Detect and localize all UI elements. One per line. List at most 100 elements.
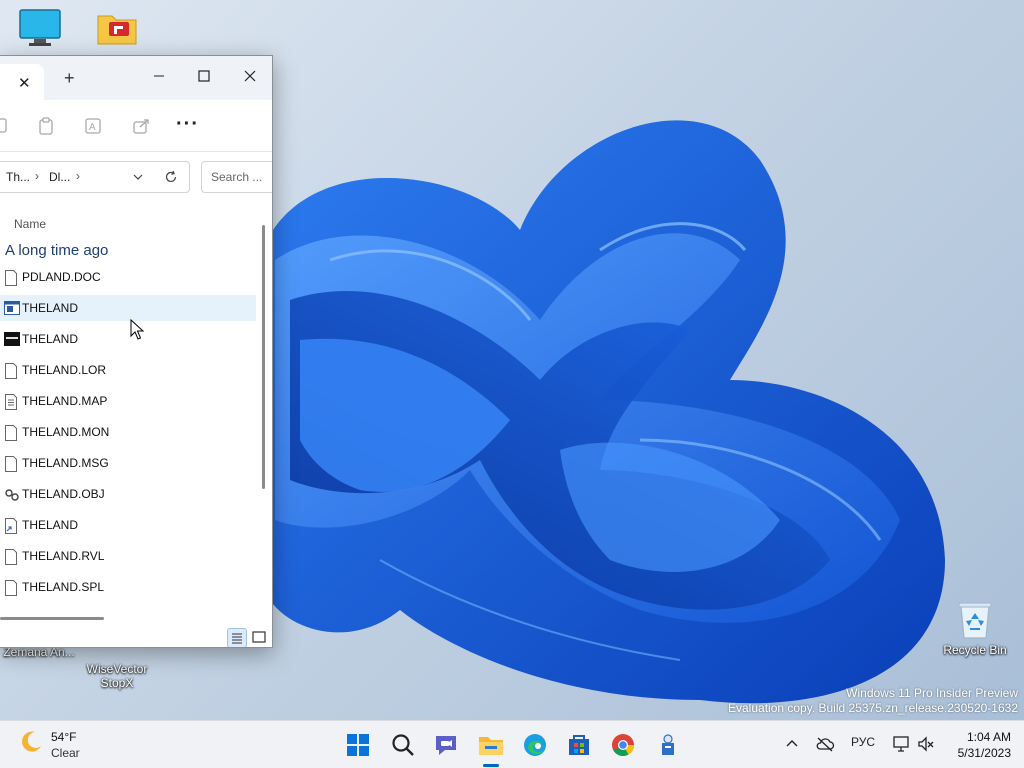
chevron-right-icon: › [35, 169, 39, 183]
windows-start-icon[interactable] [344, 731, 372, 759]
text-file-icon [5, 394, 17, 410]
desktop-icon-zemana[interactable] [2, 8, 78, 51]
file-name: THELAND.RVL [22, 549, 105, 563]
active-app-indicator [483, 764, 499, 767]
chevron-up-icon[interactable] [786, 738, 798, 750]
file-row[interactable]: THELAND.LOR [0, 357, 256, 383]
file-list: Name A long time ago PDLAND.DOC THELAND … [0, 207, 272, 622]
tiles-view-button[interactable] [250, 628, 270, 647]
file-name: THELAND.MSG [22, 456, 109, 470]
details-view-button[interactable] [227, 628, 247, 647]
file-name: THELAND [22, 332, 79, 346]
language-indicator[interactable]: РУС [851, 735, 875, 749]
maximize-button[interactable] [189, 62, 219, 90]
store-icon[interactable] [565, 731, 593, 759]
svg-text:A: A [89, 122, 96, 133]
file-icon [5, 425, 17, 441]
chevron-right-icon: › [76, 169, 80, 183]
chat-icon[interactable] [432, 731, 460, 759]
network-icon[interactable] [892, 735, 910, 753]
new-tab-button[interactable]: + [64, 68, 75, 89]
folder-icon [97, 15, 137, 45]
file-row[interactable]: PDLAND.DOC [0, 264, 256, 290]
application-icon [4, 301, 20, 315]
file-row[interactable]: THELAND [0, 326, 256, 352]
file-row[interactable]: THELAND [0, 295, 256, 321]
copy-icon[interactable] [0, 116, 12, 136]
desktop-icon-wisevector[interactable] [79, 8, 155, 51]
watermark-edition: Windows 11 Pro Insider Preview [846, 686, 1018, 700]
file-icon [5, 580, 17, 596]
edge-icon[interactable] [521, 731, 549, 759]
vertical-scrollbar[interactable] [262, 225, 265, 489]
weather-condition[interactable]: Clear [51, 746, 80, 760]
search-input[interactable]: Search ... [201, 161, 272, 193]
tab-current-folder[interactable]: ✕ [0, 64, 44, 100]
file-icon [5, 549, 17, 565]
tiles-view-icon [252, 631, 266, 643]
close-icon [244, 70, 256, 82]
file-row[interactable]: THELAND.MSG [0, 450, 256, 476]
moon-icon[interactable] [18, 729, 44, 755]
file-row[interactable]: THELAND.OBJ [0, 481, 256, 507]
title-bar: ✕ + [0, 56, 272, 100]
watermark-build: Evaluation copy. Build 25375.zn_release.… [728, 701, 1018, 715]
clock-date: 5/31/2023 [957, 746, 1011, 760]
document-icon [5, 270, 17, 286]
search-icon[interactable] [389, 731, 417, 759]
file-name: THELAND.OBJ [22, 487, 105, 501]
paste-icon[interactable] [36, 116, 56, 136]
address-row: Th... › Dl... › Search ... [0, 152, 272, 209]
monitor-icon [19, 9, 61, 46]
refresh-icon[interactable] [164, 170, 178, 184]
file-name: THELAND.SPL [22, 580, 105, 594]
app-tool-icon[interactable] [654, 731, 682, 759]
group-header[interactable]: A long time ago [5, 242, 108, 259]
minimize-button[interactable] [144, 62, 174, 90]
column-header-name[interactable]: Name [14, 217, 46, 231]
file-row[interactable]: THELAND.RVL [0, 543, 256, 569]
tab-close-icon[interactable]: ✕ [18, 74, 31, 92]
file-name: THELAND.LOR [22, 363, 107, 377]
volume-muted-icon[interactable] [917, 735, 935, 753]
cloud-offline-icon[interactable] [815, 736, 835, 752]
desktop-label-wisevector[interactable]: WiseVector StopX [79, 648, 155, 690]
clock-time: 1:04 AM [966, 730, 1011, 744]
desktop-icon-label: Recycle Bin [943, 643, 1007, 657]
file-icon [5, 363, 17, 379]
close-button[interactable] [235, 62, 265, 90]
dos-icon [4, 332, 20, 346]
details-view-icon [232, 633, 242, 644]
file-name: THELAND [22, 518, 79, 532]
shortcut-icon [5, 518, 17, 534]
file-row[interactable]: THELAND.SPL [0, 574, 256, 600]
file-name: THELAND [22, 301, 79, 315]
file-row[interactable]: THELAND.MAP [0, 388, 256, 414]
file-name: PDLAND.DOC [22, 270, 101, 284]
taskbar: 54°F Clear РУС 1:04 AM 5/31/2023 [0, 720, 1024, 768]
maximize-icon [198, 70, 210, 82]
file-name: THELAND.MAP [22, 394, 108, 408]
rename-icon[interactable]: A [84, 116, 104, 136]
address-bar[interactable]: Th... › Dl... › [0, 161, 190, 193]
file-explorer-window: ✕ + A ··· Th... › Dl... › Search ... Nam [0, 55, 273, 648]
chrome-icon[interactable] [609, 731, 637, 759]
desktop-icon-label: WiseVector StopX [86, 662, 148, 690]
object-file-icon [5, 489, 19, 501]
horizontal-scrollbar[interactable] [0, 617, 104, 620]
file-explorer-icon[interactable] [477, 731, 505, 759]
mouse-cursor-icon [130, 319, 145, 340]
share-icon[interactable] [132, 116, 152, 136]
chevron-down-icon[interactable] [133, 172, 143, 182]
weather-temperature[interactable]: 54°F [51, 730, 76, 744]
minimize-icon [154, 75, 164, 77]
file-icon [5, 456, 17, 472]
file-row[interactable]: THELAND [0, 512, 256, 538]
breadcrumb-item[interactable]: Th... [6, 170, 30, 184]
system-clock[interactable]: 1:04 AM 5/31/2023 [945, 729, 1011, 761]
file-row[interactable]: THELAND.MON [0, 419, 256, 445]
more-options-button[interactable]: ··· [176, 113, 199, 136]
recycle-bin-icon [958, 602, 992, 639]
desktop-icon-recycle-bin[interactable]: Recycle Bin [937, 598, 1013, 657]
breadcrumb-item[interactable]: Dl... [49, 170, 70, 184]
